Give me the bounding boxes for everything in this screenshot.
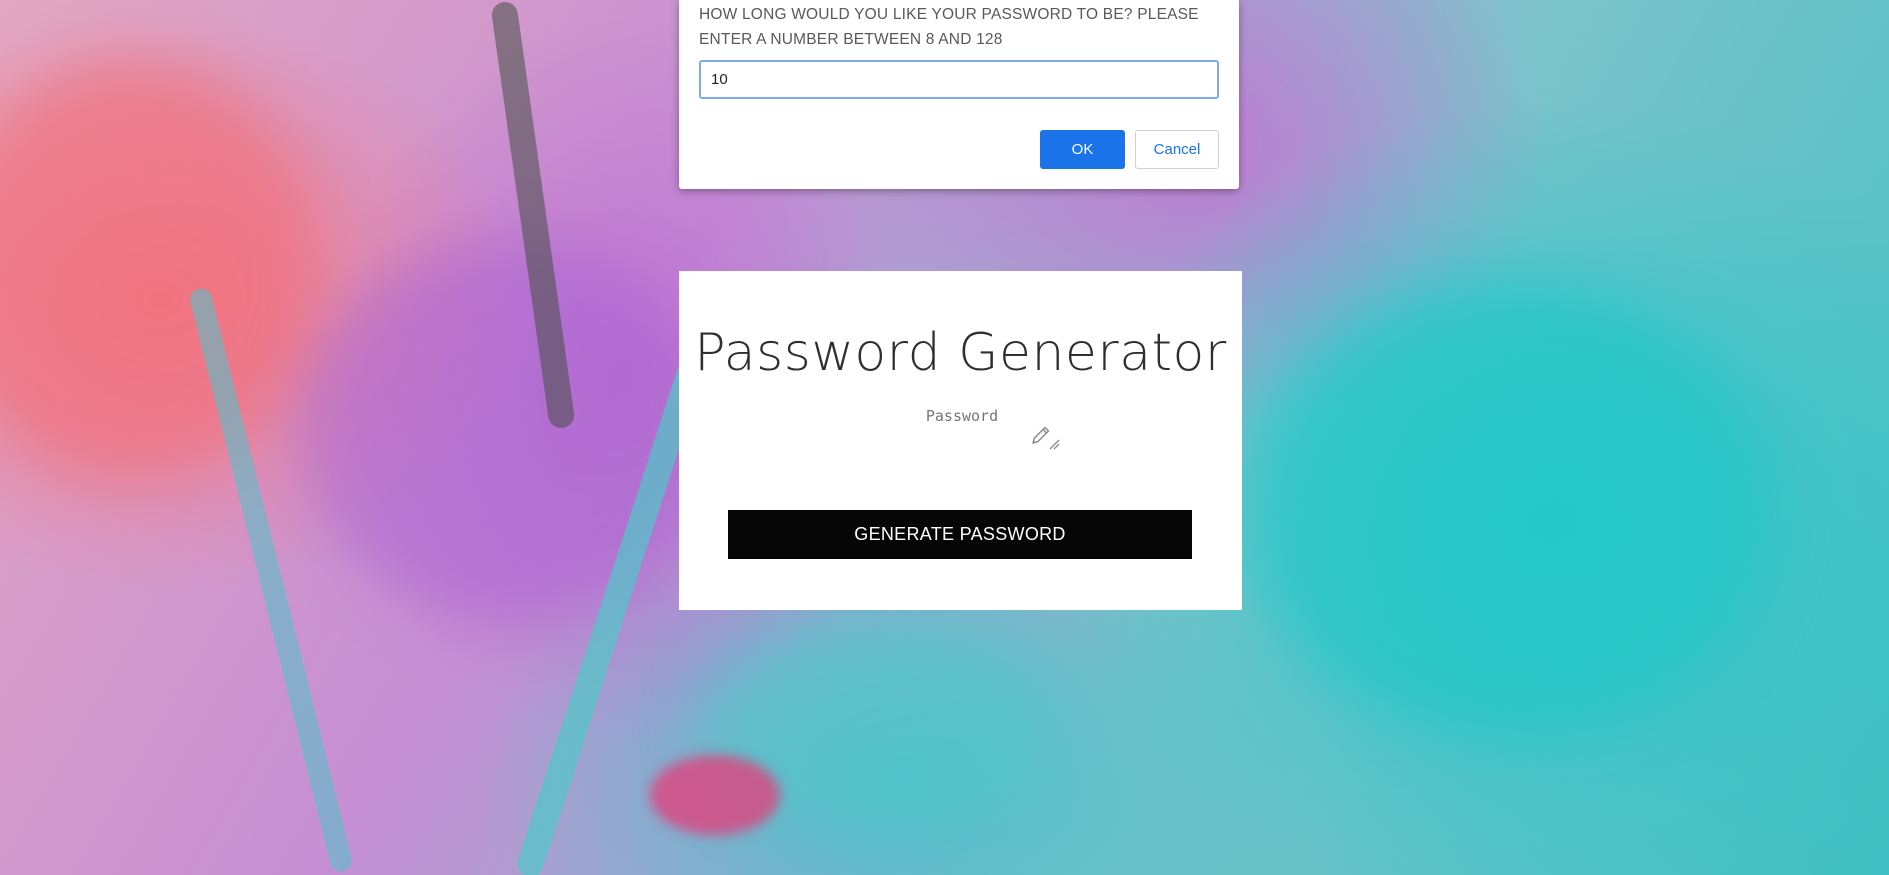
background-blob	[1250, 280, 1770, 740]
password-length-input[interactable]	[699, 60, 1219, 99]
dialog-message: HOW LONG WOULD YOU LIKE YOUR PASSWORD TO…	[699, 6, 1199, 48]
background-blob	[650, 755, 780, 835]
generate-password-button[interactable]: GENERATE PASSWORD	[728, 510, 1192, 559]
resize-grip-icon[interactable]	[1048, 438, 1060, 450]
password-generator-card: Password Generator GENERATE PASSWORD	[679, 271, 1242, 610]
ok-button[interactable]: OK	[1040, 130, 1125, 169]
page-background: HOW LONG WOULD YOU LIKE YOUR PASSWORD TO…	[0, 0, 1889, 875]
page-title: Password Generator	[694, 323, 1227, 383]
cancel-button[interactable]: Cancel	[1135, 130, 1219, 169]
background-blob	[0, 60, 320, 480]
prompt-dialog: HOW LONG WOULD YOU LIKE YOUR PASSWORD TO…	[679, 0, 1239, 189]
